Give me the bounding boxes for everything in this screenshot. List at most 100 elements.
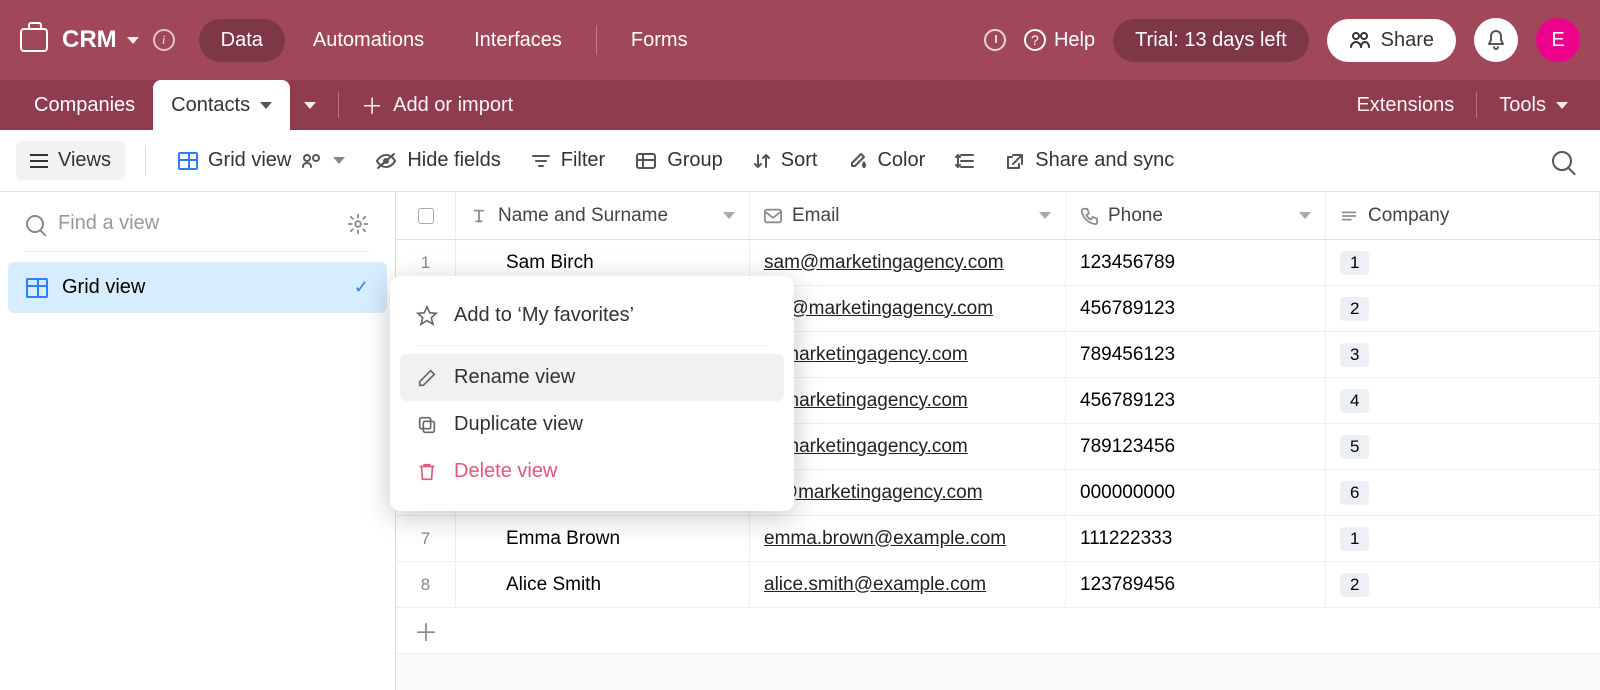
trash-icon [416, 461, 438, 483]
notifications-button[interactable] [1474, 18, 1518, 62]
ctx-delete-label: Delete view [454, 460, 557, 483]
cell-name[interactable]: Emma Brown [456, 516, 750, 561]
ctx-add-favorites-label: Add to ‘My favorites’ [454, 304, 634, 327]
ctx-add-favorites[interactable]: Add to ‘My favorites’ [400, 292, 784, 339]
tools-button[interactable]: Tools [1485, 94, 1582, 117]
views-label: Views [58, 149, 111, 172]
ctx-duplicate-view[interactable]: Duplicate view [400, 401, 784, 448]
filter-button[interactable]: Filter [519, 141, 617, 180]
column-header-email-label: Email [792, 205, 840, 227]
search-button[interactable] [1540, 143, 1584, 179]
cell-phone[interactable]: 111222333 [1066, 516, 1326, 561]
cell-email[interactable]: @marketingagency.com [750, 378, 1066, 423]
add-row-button[interactable]: ＋ [396, 608, 1600, 654]
cell-company[interactable]: 6 [1326, 470, 1600, 515]
cell-email[interactable]: emma.brown@example.com [750, 516, 1066, 561]
cell-company[interactable]: 1 [1326, 516, 1600, 561]
nav-tab-interfaces[interactable]: Interfaces [452, 19, 584, 62]
sidebar-view-item[interactable]: Grid view ✓ [8, 262, 387, 313]
add-or-import-button[interactable]: ＋ Add or import [347, 89, 527, 121]
company-tag: 2 [1340, 573, 1369, 597]
table-row[interactable]: 7Emma Brownemma.brown@example.com1112223… [396, 516, 1600, 562]
cell-phone[interactable]: 456789123 [1066, 378, 1326, 423]
sort-button[interactable]: Sort [741, 141, 830, 180]
grid-icon [26, 278, 48, 298]
header-left: CRM i [20, 26, 175, 54]
cell-email[interactable]: rlie@marketingagency.com [750, 286, 1066, 331]
cell-email[interactable]: @marketingagency.com [750, 424, 1066, 469]
hide-fields-button[interactable]: Hide fields [363, 141, 512, 180]
table-tab-companies[interactable]: Companies [16, 80, 153, 130]
cell-company[interactable]: 2 [1326, 562, 1600, 607]
external-icon [1005, 152, 1025, 170]
table-row[interactable]: 8Alice Smithalice.smith@example.com12378… [396, 562, 1600, 608]
cell-phone[interactable]: 123789456 [1066, 562, 1326, 607]
select-all-cell[interactable] [396, 192, 456, 239]
cell-company[interactable]: 3 [1326, 332, 1600, 377]
people-icon [1349, 31, 1371, 49]
nav-tab-automations[interactable]: Automations [291, 19, 446, 62]
info-icon[interactable]: i [153, 29, 175, 51]
trial-badge[interactable]: Trial: 13 days left [1113, 19, 1309, 62]
cell-company[interactable]: 2 [1326, 286, 1600, 331]
table-tab-contacts[interactable]: Contacts [153, 80, 290, 130]
share-sync-label: Share and sync [1035, 149, 1174, 172]
cell-company[interactable]: 5 [1326, 424, 1600, 469]
chevron-down-icon [1556, 102, 1568, 109]
company-tag: 3 [1340, 343, 1369, 367]
ctx-rename-view[interactable]: Rename view [400, 354, 784, 401]
cell-company[interactable]: 4 [1326, 378, 1600, 423]
grid-header-row: Name and Surname Email Phone Company [396, 192, 1600, 240]
color-button[interactable]: Color [835, 141, 937, 180]
table-tab-companies-label: Companies [34, 94, 135, 117]
help-label: Help [1054, 29, 1095, 52]
help-button[interactable]: ? Help [1024, 29, 1095, 52]
ctx-rename-label: Rename view [454, 366, 575, 389]
history-icon[interactable] [984, 29, 1006, 51]
share-button[interactable]: Share [1327, 19, 1456, 62]
cell-name[interactable]: Alice Smith [456, 562, 750, 607]
cell-email[interactable]: sam@marketingagency.com [750, 240, 1066, 285]
extensions-button[interactable]: Extensions [1342, 94, 1468, 117]
cell-email[interactable]: alice.smith@example.com [750, 562, 1066, 607]
cell-phone[interactable]: 456789123 [1066, 286, 1326, 331]
row-number: 8 [396, 562, 456, 607]
ctx-delete-view[interactable]: Delete view [400, 448, 784, 495]
duplicate-icon [416, 414, 438, 436]
people-icon [301, 153, 323, 169]
app-title[interactable]: CRM [62, 26, 139, 54]
share-sync-button[interactable]: Share and sync [993, 141, 1186, 180]
current-view-button[interactable]: Grid view [166, 141, 357, 180]
company-tag: 1 [1340, 527, 1369, 551]
chevron-down-icon [304, 102, 316, 109]
column-header-name[interactable]: Name and Surname [456, 192, 750, 239]
gear-icon[interactable] [347, 213, 369, 235]
column-header-email[interactable]: Email [750, 192, 1066, 239]
row-height-button[interactable] [943, 144, 987, 178]
cell-email[interactable]: ja@marketingagency.com [750, 470, 1066, 515]
cell-phone[interactable]: 000000000 [1066, 470, 1326, 515]
cell-phone[interactable]: 789123456 [1066, 424, 1326, 469]
find-view-input[interactable] [58, 212, 333, 235]
sort-label: Sort [781, 149, 818, 172]
filter-icon [531, 153, 551, 169]
nav-tab-forms[interactable]: Forms [609, 19, 710, 62]
text-field-icon [470, 207, 488, 225]
table-menu-button[interactable] [290, 102, 330, 109]
avatar-button[interactable]: E [1536, 18, 1580, 62]
column-header-phone[interactable]: Phone [1066, 192, 1326, 239]
sidebar-view-label: Grid view [62, 276, 145, 299]
views-toggle-button[interactable]: Views [16, 141, 125, 180]
grid-filler [396, 654, 1600, 690]
cell-phone[interactable]: 789456123 [1066, 332, 1326, 377]
nav-tab-data[interactable]: Data [199, 19, 285, 62]
cell-phone[interactable]: 123456789 [1066, 240, 1326, 285]
nav-tab-data-label: Data [221, 29, 263, 51]
chevron-down-icon [1039, 212, 1051, 219]
column-header-company[interactable]: Company [1326, 192, 1600, 239]
briefcase-icon[interactable] [20, 28, 48, 52]
view-toolbar: Views Grid view Hide fields Filter Group… [0, 130, 1600, 192]
cell-email[interactable]: @marketingagency.com [750, 332, 1066, 377]
cell-company[interactable]: 1 [1326, 240, 1600, 285]
group-button[interactable]: Group [623, 141, 735, 180]
